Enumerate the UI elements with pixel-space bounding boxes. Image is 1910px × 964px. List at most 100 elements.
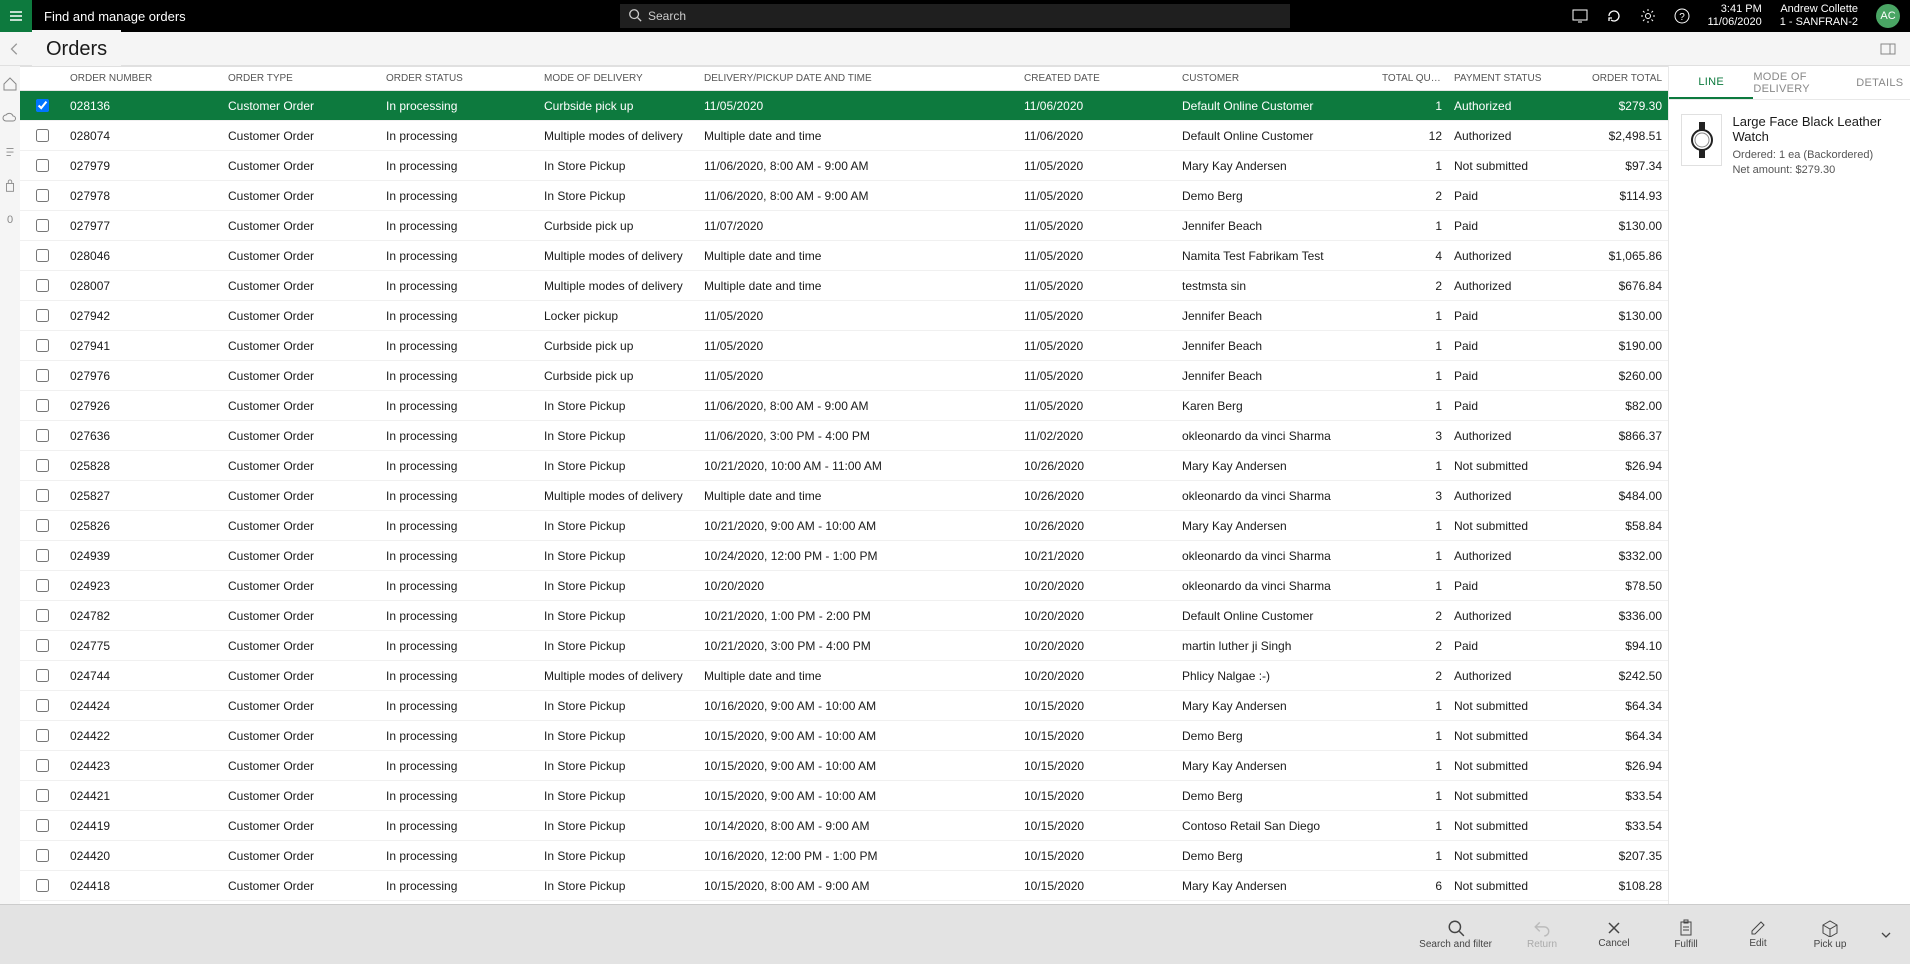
cell-order-number: 027978 <box>64 189 222 203</box>
rail-collapse-icon[interactable] <box>0 142 20 162</box>
table-row[interactable]: 025826Customer OrderIn processingIn Stor… <box>20 511 1668 541</box>
row-checkbox[interactable] <box>36 699 49 712</box>
table-row[interactable]: 027977Customer OrderIn processingCurbsid… <box>20 211 1668 241</box>
table-row[interactable]: 024422Customer OrderIn processingIn Stor… <box>20 721 1668 751</box>
col-order-type[interactable]: ORDER TYPE <box>222 73 380 84</box>
table-row[interactable]: 025828Customer OrderIn processingIn Stor… <box>20 451 1668 481</box>
table-row[interactable]: 028136Customer OrderIn processingCurbsid… <box>20 91 1668 121</box>
col-order-status[interactable]: ORDER STATUS <box>380 73 538 84</box>
row-checkbox[interactable] <box>36 459 49 472</box>
table-row[interactable]: 024423Customer OrderIn processingIn Stor… <box>20 751 1668 781</box>
table-row[interactable]: 027979Customer OrderIn processingIn Stor… <box>20 151 1668 181</box>
col-created[interactable]: CREATED DATE <box>1018 73 1176 84</box>
row-checkbox[interactable] <box>36 99 49 112</box>
table-row[interactable]: 028074Customer OrderIn processingMultipl… <box>20 121 1668 151</box>
row-checkbox[interactable] <box>36 369 49 382</box>
chevron-down-icon[interactable] <box>1880 930 1892 940</box>
row-checkbox[interactable] <box>36 669 49 682</box>
row-checkbox[interactable] <box>36 219 49 232</box>
settings-icon[interactable] <box>1640 8 1656 24</box>
cell-order-type: Customer Order <box>222 99 380 113</box>
cell-total: $78.50 <box>1578 579 1668 593</box>
cell-time: 11/06/2020, 3:00 PM - 4:00 PM <box>698 429 1018 443</box>
row-checkbox[interactable] <box>36 279 49 292</box>
fulfill-button[interactable]: Fulfill <box>1664 919 1708 950</box>
row-checkbox[interactable] <box>36 879 49 892</box>
col-order-number[interactable]: ORDER NUMBER <box>64 73 222 84</box>
col-qty[interactable]: TOTAL QUAN... <box>1376 73 1448 84</box>
search-filter-button[interactable]: Search and filter <box>1419 919 1492 950</box>
cell-qty: 1 <box>1376 99 1448 113</box>
col-total[interactable]: ORDER TOTAL <box>1578 73 1668 84</box>
cell-time: 10/21/2020, 9:00 AM - 10:00 AM <box>698 519 1018 533</box>
table-row[interactable]: 024782Customer OrderIn processingIn Stor… <box>20 601 1668 631</box>
row-checkbox[interactable] <box>36 249 49 262</box>
row-checkbox[interactable] <box>36 729 49 742</box>
table-row[interactable]: 024775Customer OrderIn processingIn Stor… <box>20 631 1668 661</box>
row-checkbox[interactable] <box>36 579 49 592</box>
rail-badge-icon[interactable]: 0 <box>0 210 20 230</box>
col-time[interactable]: DELIVERY/PICKUP DATE AND TIME <box>698 73 1018 84</box>
table-row[interactable]: 025827Customer OrderIn processingMultipl… <box>20 481 1668 511</box>
row-checkbox[interactable] <box>36 309 49 322</box>
edit-button[interactable]: Edit <box>1736 920 1780 949</box>
back-button[interactable] <box>8 42 32 56</box>
row-checkbox[interactable] <box>36 549 49 562</box>
row-checkbox[interactable] <box>36 609 49 622</box>
table-row[interactable]: 027941Customer OrderIn processingCurbsid… <box>20 331 1668 361</box>
rail-cloud-icon[interactable] <box>0 108 20 128</box>
col-customer[interactable]: CUSTOMER <box>1176 73 1376 84</box>
row-checkbox[interactable] <box>36 849 49 862</box>
tab-line[interactable]: LINE <box>1669 66 1753 99</box>
search-wrap <box>620 4 1290 28</box>
col-mode[interactable]: MODE OF DELIVERY <box>538 73 698 84</box>
table-row[interactable]: 027976Customer OrderIn processingCurbsid… <box>20 361 1668 391</box>
row-checkbox[interactable] <box>36 819 49 832</box>
table-row[interactable]: 027926Customer OrderIn processingIn Stor… <box>20 391 1668 421</box>
row-checkbox[interactable] <box>36 489 49 502</box>
rail-home-icon[interactable] <box>0 74 20 94</box>
table-row[interactable]: 024421Customer OrderIn processingIn Stor… <box>20 781 1668 811</box>
rail-bag-icon[interactable] <box>0 176 20 196</box>
tab-details[interactable]: DETAILS <box>1838 66 1910 99</box>
cell-total: $260.00 <box>1578 369 1668 383</box>
cell-total: $26.94 <box>1578 459 1668 473</box>
table-row[interactable]: 024939Customer OrderIn processingIn Stor… <box>20 541 1668 571</box>
search-input[interactable] <box>620 4 1290 28</box>
row-checkbox[interactable] <box>36 189 49 202</box>
cell-order-status: In processing <box>380 729 538 743</box>
row-checkbox[interactable] <box>36 519 49 532</box>
pickup-button[interactable]: Pick up <box>1808 919 1852 950</box>
table-row[interactable]: 027942Customer OrderIn processingLocker … <box>20 301 1668 331</box>
row-checkbox[interactable] <box>36 159 49 172</box>
cell-time: 11/05/2020 <box>698 369 1018 383</box>
help-icon[interactable]: ? <box>1674 8 1690 24</box>
table-row[interactable]: 024923Customer OrderIn processingIn Stor… <box>20 571 1668 601</box>
table-row[interactable]: 027978Customer OrderIn processingIn Stor… <box>20 181 1668 211</box>
tab-mode-of-delivery[interactable]: MODE OF DELIVERY <box>1753 66 1837 99</box>
expand-icon[interactable] <box>1880 43 1910 55</box>
row-checkbox[interactable] <box>36 639 49 652</box>
cell-total: $64.34 <box>1578 699 1668 713</box>
avatar[interactable]: AC <box>1876 4 1900 28</box>
hamburger-menu-button[interactable] <box>0 0 32 32</box>
table-row[interactable]: 024744Customer OrderIn processingMultipl… <box>20 661 1668 691</box>
table-row[interactable]: 028046Customer OrderIn processingMultipl… <box>20 241 1668 271</box>
row-checkbox[interactable] <box>36 759 49 772</box>
table-row[interactable]: 027636Customer OrderIn processingIn Stor… <box>20 421 1668 451</box>
table-row[interactable]: 024418Customer OrderIn processingIn Stor… <box>20 871 1668 901</box>
cancel-button[interactable]: Cancel <box>1592 920 1636 949</box>
row-checkbox[interactable] <box>36 399 49 412</box>
row-checkbox[interactable] <box>36 429 49 442</box>
row-checkbox[interactable] <box>36 339 49 352</box>
cell-qty: 4 <box>1376 249 1448 263</box>
table-row[interactable]: 024419Customer OrderIn processingIn Stor… <box>20 811 1668 841</box>
col-pay[interactable]: PAYMENT STATUS <box>1448 73 1578 84</box>
refresh-icon[interactable] <box>1606 8 1622 24</box>
table-row[interactable]: 024420Customer OrderIn processingIn Stor… <box>20 841 1668 871</box>
row-checkbox[interactable] <box>36 129 49 142</box>
table-row[interactable]: 024424Customer OrderIn processingIn Stor… <box>20 691 1668 721</box>
row-checkbox[interactable] <box>36 789 49 802</box>
screen-icon[interactable] <box>1572 9 1588 23</box>
table-row[interactable]: 028007Customer OrderIn processingMultipl… <box>20 271 1668 301</box>
